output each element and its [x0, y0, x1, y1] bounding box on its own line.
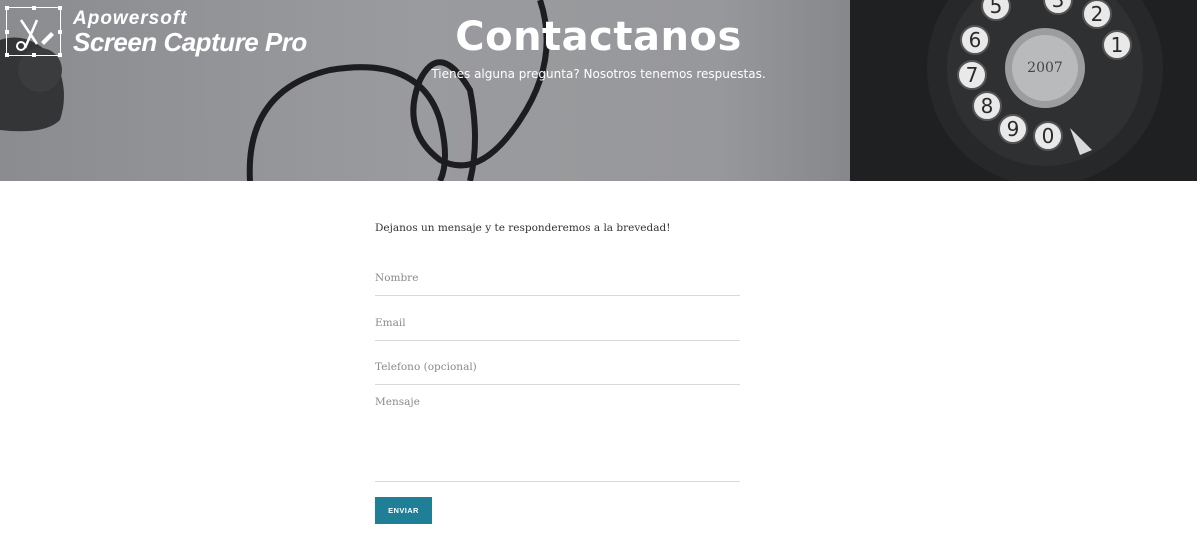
phone-input[interactable]	[375, 350, 740, 385]
dial-number-0: 0	[1042, 124, 1055, 148]
name-input[interactable]	[375, 261, 740, 296]
dial-number-8: 8	[981, 94, 994, 118]
page-subtitle: Tienes alguna pregunta? Nosotros tenemos…	[431, 67, 766, 81]
hero-banner: 1 2 3 5 6 7 8 9 0 2007 Apowersoft Screen…	[0, 0, 1197, 181]
submit-button[interactable]: ENVIAR	[375, 497, 432, 524]
dial-number-3: 3	[1052, 0, 1065, 12]
form-intro-text: Dejanos un mensaje y te responderemos a …	[375, 222, 671, 234]
email-input[interactable]	[375, 306, 740, 341]
page-title: Contactanos	[455, 14, 742, 60]
message-textarea[interactable]	[375, 393, 740, 482]
dial-number-9: 9	[1007, 117, 1020, 141]
